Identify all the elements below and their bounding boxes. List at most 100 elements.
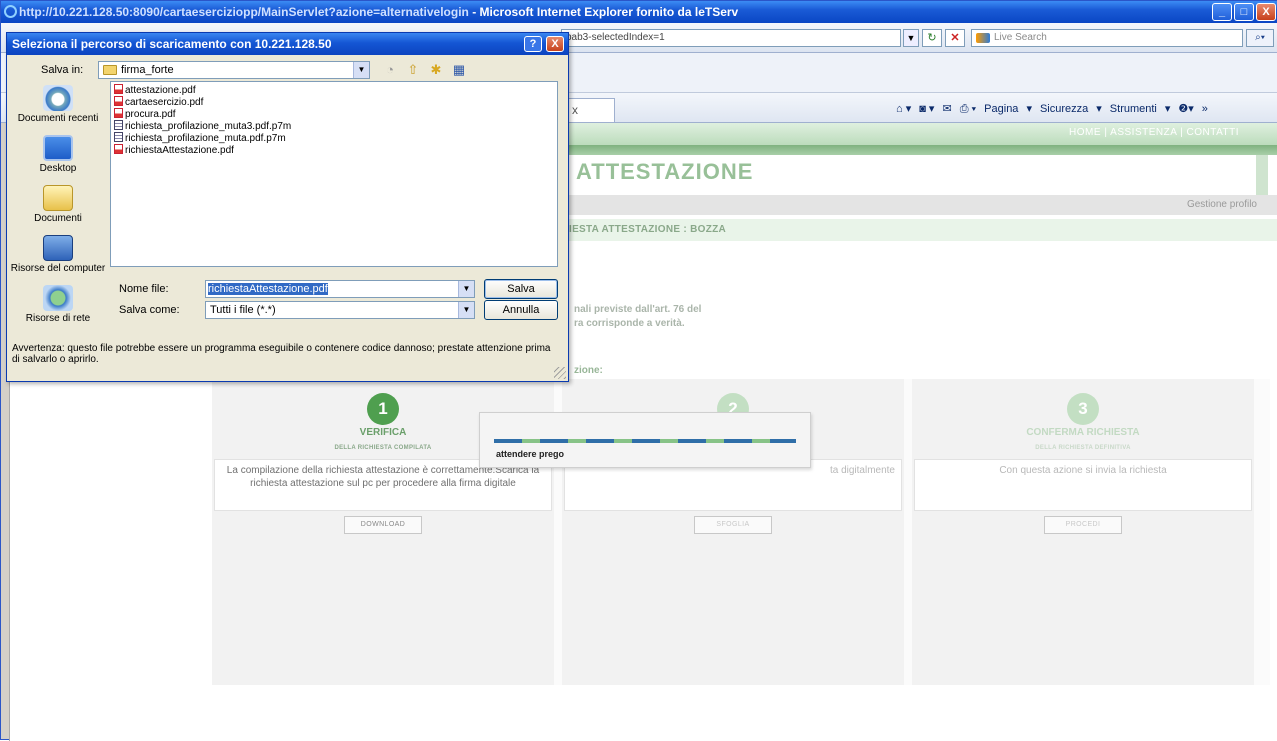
view-menu-icon[interactable]: ▦ [451, 62, 467, 78]
file-name: cartaesercizio.pdf [125, 97, 204, 108]
search-go-icon[interactable]: ⌕▾ [1246, 29, 1274, 47]
places-bar: Documenti recenti Desktop Documenti Riso… [10, 81, 106, 325]
savetype-value: Tutti i file (*.*) [210, 304, 276, 316]
file-name: richiesta_profilazione_muta3.pdf.p7m [125, 121, 292, 132]
home-icon[interactable]: ⌂ ▾ [896, 99, 911, 119]
address-input[interactable]: bab3-selectedIndex=1 [561, 29, 901, 47]
place-recent[interactable]: Documenti recenti [10, 85, 106, 124]
feeds-icon[interactable]: ◙ ▾ [919, 99, 934, 119]
cmd-strumenti[interactable]: Strumenti [1110, 99, 1157, 119]
place-label: Desktop [39, 163, 77, 174]
step-number-icon: 1 [367, 393, 399, 425]
up-folder-icon[interactable]: ⇧ [405, 62, 421, 78]
save-in-value: firma_forte [121, 64, 174, 76]
place-label: Documenti recenti [17, 113, 99, 124]
back-icon[interactable]: ◔ [382, 62, 398, 78]
step-subtitle: DELLA RICHIESTA DEFINITIVA [1035, 445, 1131, 451]
place-documents[interactable]: Documenti [10, 185, 106, 224]
dialog-help-button[interactable]: ? [524, 36, 542, 52]
place-network[interactable]: Risorse di rete [10, 285, 106, 324]
close-window-button[interactable]: X [1256, 3, 1276, 21]
chevron-down-icon: ▾ [1164, 103, 1171, 115]
cancel-button[interactable]: Annulla [484, 300, 558, 320]
print-icon[interactable]: ⎙ ▾ [960, 99, 976, 119]
wait-text: attendere prego [496, 449, 565, 459]
steps-heading: zione: [574, 365, 603, 376]
ie-titlebar: http://10.221.128.50:8090/cartaesercizio… [1, 1, 1277, 23]
pdf-file-icon [114, 84, 123, 94]
progress-bar [494, 439, 796, 443]
wait-popup: attendere prego [479, 412, 811, 468]
save-dialog: Seleziona il percorso di scaricamento co… [6, 32, 569, 382]
ie-title-url: http://10.221.128.50:8090/cartaesercizio… [19, 5, 469, 19]
place-computer[interactable]: Risorse del computer [10, 235, 106, 274]
list-item[interactable]: richiestaAttestazione.pdf [114, 144, 557, 156]
list-item[interactable]: richiesta_profilazione_muta3.pdf.p7m [114, 120, 557, 132]
dialog-toolbar: ◔ ⇧ ✱ ▦ [382, 62, 467, 78]
nav-gestione-profilo[interactable]: Gestione profilo [1187, 199, 1257, 210]
ie-logo-icon [4, 5, 17, 18]
mail-icon[interactable]: ✉ [942, 99, 951, 119]
top-links[interactable]: HOME | ASSISTENZA | CONTATTI [1069, 127, 1239, 138]
folder-icon [103, 65, 117, 75]
p7m-file-icon [114, 132, 123, 142]
list-item[interactable]: cartaesercizio.pdf [114, 96, 557, 108]
pdf-file-icon [114, 108, 123, 118]
step-description-text: ta digitalmente [829, 465, 895, 476]
list-item[interactable]: richiesta_profilazione_muta.pdf.p7m [114, 132, 557, 144]
cmd-sicurezza[interactable]: Sicurezza [1040, 99, 1088, 119]
save-in-combo[interactable]: firma_forte ▼ [98, 61, 370, 79]
sfoglia-button[interactable]: SFOGLIA [694, 516, 772, 534]
cmd-pagina[interactable]: Pagina [984, 99, 1018, 119]
stop-icon[interactable]: ✕ [945, 29, 965, 47]
network-icon [43, 285, 73, 311]
file-name: richiesta_profilazione_muta.pdf.p7m [125, 133, 286, 144]
title-edge [1256, 155, 1268, 195]
live-search-logo-icon [976, 33, 990, 43]
procedi-button[interactable]: PROCEDI [1044, 516, 1122, 534]
savetype-label: Salva come: [119, 304, 180, 316]
chevron-down-icon[interactable]: ▼ [353, 62, 369, 78]
file-name: procura.pdf [125, 109, 176, 120]
browser-tab[interactable]: x [561, 98, 615, 122]
ie-title-suffix: - Microsoft Internet Explorer fornito da… [468, 5, 739, 19]
warning-text: Avvertenza: questo file potrebbe essere … [12, 343, 551, 365]
filename-input[interactable]: richiestaAttestazione.pdf ▼ [205, 280, 475, 298]
pdf-file-icon [114, 96, 123, 106]
dialog-title: Seleziona il percorso di scaricamento co… [7, 33, 568, 55]
tab-close-icon[interactable]: x [572, 103, 578, 117]
maximize-button[interactable]: □ [1234, 3, 1254, 21]
documents-folder-icon [43, 185, 73, 211]
savetype-select[interactable]: Tutti i file (*.*) ▼ [205, 301, 475, 319]
live-search-input[interactable]: Live Search [971, 29, 1243, 47]
new-folder-icon[interactable]: ✱ [428, 62, 444, 78]
save-button[interactable]: Salva [484, 279, 558, 299]
help-icon[interactable]: ❷▾ [1178, 99, 1193, 119]
chevron-down-icon[interactable]: ▼ [458, 302, 474, 318]
place-label: Risorse di rete [25, 313, 91, 324]
resize-grip-icon[interactable] [554, 367, 566, 379]
more-icon[interactable]: » [1202, 99, 1208, 119]
step-description: Con questa azione si invia la richiesta [914, 459, 1252, 511]
pdf-file-icon [114, 144, 123, 154]
step-number-icon: 3 [1067, 393, 1099, 425]
filename-label: Nome file: [119, 283, 169, 295]
address-dropdown-icon[interactable]: ▼ [903, 29, 919, 47]
my-computer-icon [43, 235, 73, 261]
window-controls: _ □ X [1212, 3, 1276, 21]
list-item[interactable]: procura.pdf [114, 108, 557, 120]
refresh-icon[interactable]: ↻ [922, 29, 942, 47]
dialog-title-text: Seleziona il percorso di scaricamento co… [12, 37, 332, 51]
declaration-text: nali previste dall'art. 76 del ra corris… [574, 303, 701, 331]
list-item[interactable]: attestazione.pdf [114, 84, 557, 96]
chevron-down-icon[interactable]: ▼ [458, 281, 474, 297]
p7m-file-icon [114, 120, 123, 130]
file-list[interactable]: attestazione.pdf cartaesercizio.pdf proc… [110, 81, 558, 267]
dialog-close-button[interactable]: X [546, 36, 564, 52]
declaration-line-2: ra corrisponde a verità. [574, 318, 685, 329]
step-conferma: 3 CONFERMA RICHIESTA DELLA RICHIESTA DEF… [912, 379, 1254, 685]
download-button[interactable]: DOWNLOAD [344, 516, 422, 534]
minimize-button[interactable]: _ [1212, 3, 1232, 21]
step-title: CONFERMA RICHIESTA [1026, 427, 1140, 438]
place-desktop[interactable]: Desktop [10, 135, 106, 174]
